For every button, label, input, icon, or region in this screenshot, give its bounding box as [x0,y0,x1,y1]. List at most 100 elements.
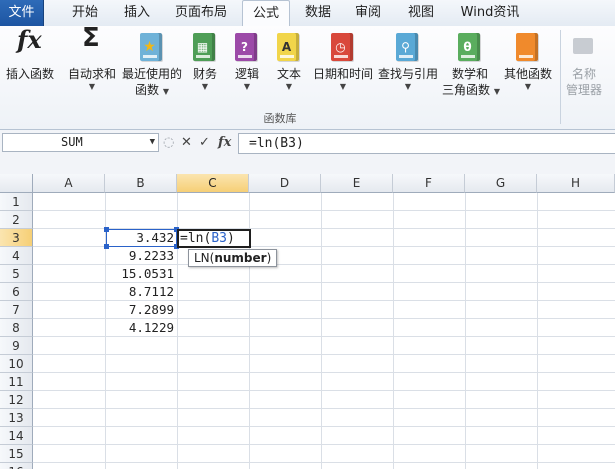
grid-line [33,372,615,373]
row-header[interactable]: 7 [0,301,33,319]
fx-icon: fx [17,25,42,54]
column-header-b[interactable]: B [105,174,177,193]
row-header[interactable]: 3 [0,229,33,247]
question-book-icon: ? [232,32,262,64]
cell-b4[interactable]: 9.2233 [106,247,177,265]
chevron-down-icon: ▼ [339,82,347,91]
chevron-down-icon: ▼ [162,87,169,96]
tab-file[interactable]: 文件 [0,0,44,26]
range-handle[interactable] [104,227,109,232]
column-header-h[interactable]: H [537,174,615,193]
worksheet-grid[interactable]: A B C D E F G H 1 2 3 4 5 6 7 8 9 10 11 … [0,174,615,469]
text-button[interactable]: A 文本 ▼ [272,32,306,92]
lookup-reference-button[interactable]: ⚲ 查找与引用 ▼ [376,32,440,92]
formula-input[interactable]: =ln(B3) [238,133,615,154]
insert-function-icon[interactable]: fx [218,134,231,152]
row-header[interactable]: 15 [0,445,33,463]
chevron-down-icon: ▼ [524,82,532,91]
calendar-book-icon: ◷ [328,32,358,64]
grid-line [33,462,615,463]
function-tooltip[interactable]: LN(number) [188,249,278,267]
financial-book-icon: ▦ [190,32,220,64]
group-label-function-library: 函数库 [263,112,297,125]
grid-line [321,193,322,469]
column-header-d[interactable]: D [249,174,321,193]
insert-function-button[interactable]: fx 插入函数 [2,25,58,82]
grid-line [33,354,615,355]
grid-line [393,193,394,469]
name-manager-icon [569,32,599,64]
row-header[interactable]: 10 [0,355,33,373]
chevron-down-icon: ▼ [88,82,96,91]
chevron-down-icon: ▼ [404,82,412,91]
cancel-icon[interactable]: ✕ [181,134,192,152]
cell-b5[interactable]: 15.0531 [106,265,177,283]
chevron-down-icon[interactable]: ▼ [150,134,155,151]
date-time-button[interactable]: ◷ 日期和时间 ▼ [311,32,375,92]
name-box[interactable]: SUM ▼ [2,133,159,152]
books-icon [513,32,543,64]
row-header[interactable]: 9 [0,337,33,355]
row-header[interactable]: 8 [0,319,33,337]
grid-line [33,210,615,211]
range-handle[interactable] [104,244,109,249]
row-header[interactable]: 1 [0,193,33,211]
select-all-corner[interactable] [0,174,33,193]
formula-bar-strip [0,157,615,175]
group-separator [560,30,561,124]
grid-line [33,426,615,427]
text-book-icon: A [274,32,304,64]
column-header-a[interactable]: A [33,174,105,193]
cell-b8[interactable]: 4.1229 [106,319,177,337]
star-book-icon: ★ [137,32,167,64]
autosum-button[interactable]: Σ 自动求和 ▼ [62,23,122,92]
grid-line [465,193,466,469]
cell-reference-b3: B3 [211,231,227,246]
tab-data[interactable]: 数据 [294,0,342,26]
tab-review[interactable]: 审阅 [344,0,392,26]
column-header-e[interactable]: E [321,174,393,193]
cell-b6[interactable]: 8.7112 [106,283,177,301]
tab-wind[interactable]: Wind资讯 [450,0,530,26]
tooltip-argument[interactable]: number [214,251,266,265]
tab-page-layout[interactable]: 页面布局 [166,0,236,26]
chevron-down-icon: ▼ [201,82,209,91]
name-manager-button[interactable]: 名称 管理器 [563,32,605,98]
column-header-c[interactable]: C [177,174,249,193]
grid-line [33,408,615,409]
sigma-icon: Σ [82,23,100,53]
row-header[interactable]: 2 [0,211,33,229]
grid-line [33,390,615,391]
row-header[interactable]: 5 [0,265,33,283]
tab-formulas[interactable]: 公式 [242,0,290,27]
row-header[interactable]: 4 [0,247,33,265]
enter-icon[interactable]: ✓ [199,134,210,152]
recently-used-functions-button[interactable]: ★ 最近使用的 函数 ▼ [121,32,183,100]
reference-highlight-b3 [104,227,179,249]
row-header[interactable]: 14 [0,427,33,445]
logical-button[interactable]: ? 逻辑 ▼ [230,32,264,92]
financial-button[interactable]: ▦ 财务 ▼ [188,32,222,92]
math-trig-button[interactable]: θ 数学和 三角函数 ▼ [442,32,500,100]
row-header[interactable]: 6 [0,283,33,301]
row-header[interactable]: 12 [0,391,33,409]
formula-bar-grip-icon: ◌ [163,135,175,150]
column-header-f[interactable]: F [393,174,465,193]
chevron-down-icon: ▼ [285,82,293,91]
magnifier-book-icon: ⚲ [393,32,423,64]
tab-view[interactable]: 视图 [396,0,446,26]
row-header[interactable]: 16 [0,463,33,469]
tab-insert[interactable]: 插入 [112,0,162,26]
column-header-g[interactable]: G [465,174,537,193]
row-header[interactable]: 13 [0,409,33,427]
cell-b7[interactable]: 7.2899 [106,301,177,319]
grid-line [33,444,615,445]
theta-book-icon: θ [455,32,485,64]
chevron-down-icon: ▼ [243,82,251,91]
grid-line [537,193,538,469]
formula-bar: SUM ▼ ◌ ✕ ✓ fx =ln(B3) [0,130,615,158]
row-header[interactable]: 11 [0,373,33,391]
ribbon-formulas: fx 插入函数 Σ 自动求和 ▼ ★ 最近使用的 函数 ▼ ▦ 财务 ▼ ? 逻… [0,23,615,130]
more-functions-button[interactable]: 其他函数 ▼ [500,32,556,92]
active-cell-c3[interactable]: =ln(B3) [177,229,251,248]
